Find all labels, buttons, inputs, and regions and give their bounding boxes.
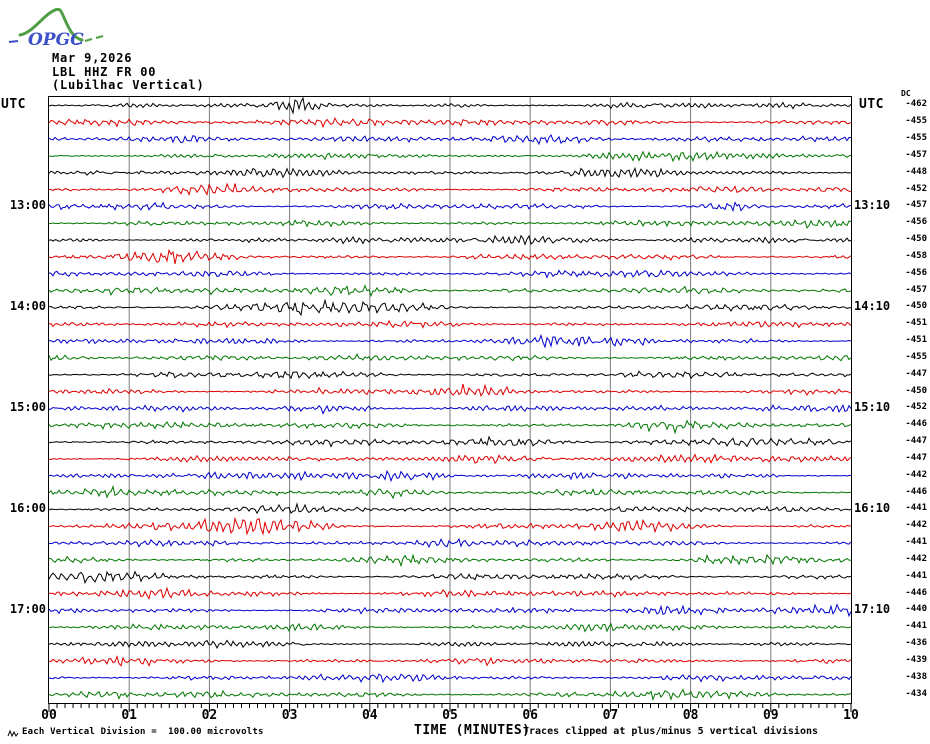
dc-offset-value: -447	[905, 436, 927, 447]
dc-offset-value: -456	[905, 267, 927, 278]
dc-offset-value: -442	[905, 553, 927, 564]
dc-offset-value: -442	[905, 520, 927, 531]
x-axis-title: TIME (MINUTES)	[414, 723, 531, 738]
dc-offset-value: -446	[905, 587, 927, 598]
dc-offset-value: -451	[905, 335, 927, 346]
dc-header: DC	[901, 89, 911, 98]
dc-offset-value: -442	[905, 469, 927, 480]
dc-offset-value: -446	[905, 419, 927, 430]
dc-offset-value: -450	[905, 234, 927, 245]
helicorder-plot-area	[48, 96, 852, 704]
dc-offset-value: -452	[905, 402, 927, 413]
seismogram-traces	[49, 97, 851, 703]
x-tick-label-02: 02	[201, 708, 218, 723]
dc-offset-value: -450	[905, 301, 927, 312]
dc-offset-value: -458	[905, 250, 927, 261]
dc-offset-value: -438	[905, 671, 927, 682]
left-hour-label: 13:00	[9, 198, 46, 213]
dc-offset-value: -448	[905, 166, 927, 177]
x-tick-label-07: 07	[602, 708, 619, 723]
dc-offset-value: -457	[905, 284, 927, 295]
x-tick-label-10: 10	[843, 708, 859, 723]
dc-offset-value: -455	[905, 351, 927, 362]
x-tick-label-04: 04	[361, 708, 378, 723]
left-hour-label: 17:00	[9, 602, 46, 617]
left-hour-label: 15:00	[9, 400, 46, 415]
dc-offset-value: -452	[905, 183, 927, 194]
dc-offset-value: -462	[905, 99, 927, 110]
left-hour-label: 16:00	[9, 501, 46, 516]
dc-offset-value: -451	[905, 318, 927, 329]
dc-offset-value: -436	[905, 638, 927, 649]
dc-offset-value: -441	[905, 503, 927, 514]
wiggle-icon	[7, 729, 19, 738]
dc-offset-value: -441	[905, 621, 927, 632]
dc-offset-value: -441	[905, 537, 927, 548]
x-tick-label-05: 05	[442, 708, 458, 723]
x-tick-label-00: 00	[41, 708, 57, 723]
helicorder-page: OPGC Mar 9,2026 LBL HHZ FR 00 (Lubilhac …	[0, 0, 930, 744]
station-code: LBL HHZ FR 00	[52, 64, 157, 79]
left-hour-label: 14:00	[9, 299, 46, 314]
dc-offset-value: -455	[905, 133, 927, 144]
dc-offset-value: -446	[905, 486, 927, 497]
dc-offset-value: -457	[905, 149, 927, 160]
x-tick-label-09: 09	[762, 708, 779, 723]
dc-offset-value: -450	[905, 385, 927, 396]
clip-note: Traces clipped at plus/minus 5 vertical …	[523, 726, 819, 737]
dc-offset-value: -434	[905, 688, 927, 699]
vertical-division-note: Each Vertical Division = 100.00 microvol…	[22, 727, 264, 737]
dc-offset-value: -455	[905, 116, 927, 127]
x-tick-label-08: 08	[682, 708, 699, 723]
dc-offset-value: -441	[905, 570, 927, 581]
station-name: (Lubilhac Vertical)	[52, 78, 205, 92]
dc-offset-value: -439	[905, 654, 927, 665]
plot-date: Mar 9,2026	[52, 51, 133, 65]
x-tick-label-01: 01	[121, 708, 138, 723]
opgc-logo: OPGC	[6, 3, 116, 51]
opgc-logo-graphic: OPGC	[8, 7, 104, 50]
dc-offset-value: -457	[905, 200, 927, 211]
x-tick-label-03: 03	[281, 708, 298, 723]
x-tick-label-06: 06	[522, 708, 539, 723]
opgc-logo-text: OPGC	[28, 30, 84, 50]
dc-offset-value: -447	[905, 452, 927, 463]
dc-offset-value: -440	[905, 604, 927, 615]
dc-offset-value: -456	[905, 217, 927, 228]
dc-offset-value: -447	[905, 368, 927, 379]
utc-header-left: UTC	[1, 97, 26, 112]
